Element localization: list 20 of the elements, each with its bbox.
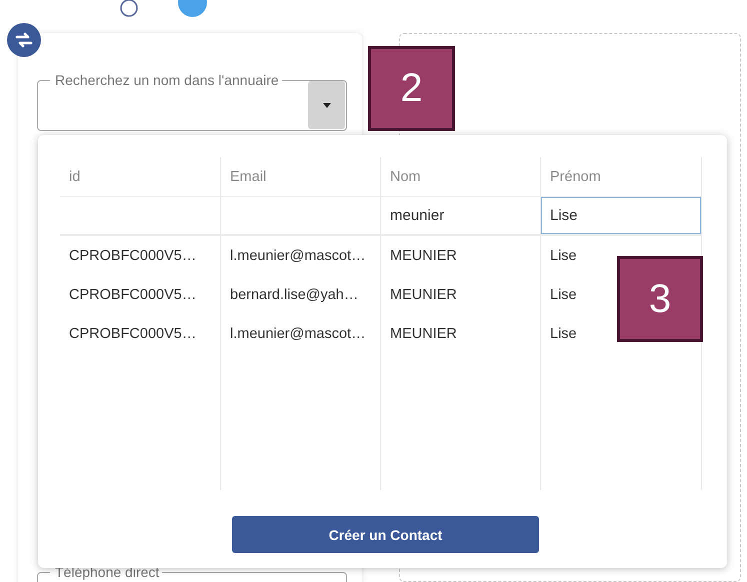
caret-icon [322,102,330,108]
table-cell[interactable]: Lise [550,286,577,302]
filter-field[interactable]: Lise [541,197,701,234]
create-contact-button[interactable]: Créer un Contact [232,516,539,553]
field-label: Téléphone direct [54,563,160,581]
step-badge: 2 [368,46,455,131]
table-cell[interactable]: MEUNIER [390,248,457,264]
table-cell[interactable]: l.meunier@mascot… [230,326,366,342]
table-cell[interactable]: CPROBFC000V5… [69,286,196,302]
table-cell[interactable]: l.meunier@mascot… [230,248,366,264]
field-label: Recherchez un nom dans l'annuaire [54,71,280,89]
table-cell[interactable]: CPROBFC000V5… [69,326,196,342]
table-cell[interactable]: Lise [550,326,577,342]
table-cell[interactable]: bernard.lise@yah… [230,286,358,302]
swap-icon[interactable] [7,23,41,57]
step-badge: 3 [617,256,703,342]
table-cell[interactable]: Lise [550,248,577,264]
table-cell[interactable]: MEUNIER [390,326,457,342]
table-cell[interactable]: MEUNIER [390,286,457,302]
table-cell[interactable]: CPROBFC000V5… [69,248,196,264]
